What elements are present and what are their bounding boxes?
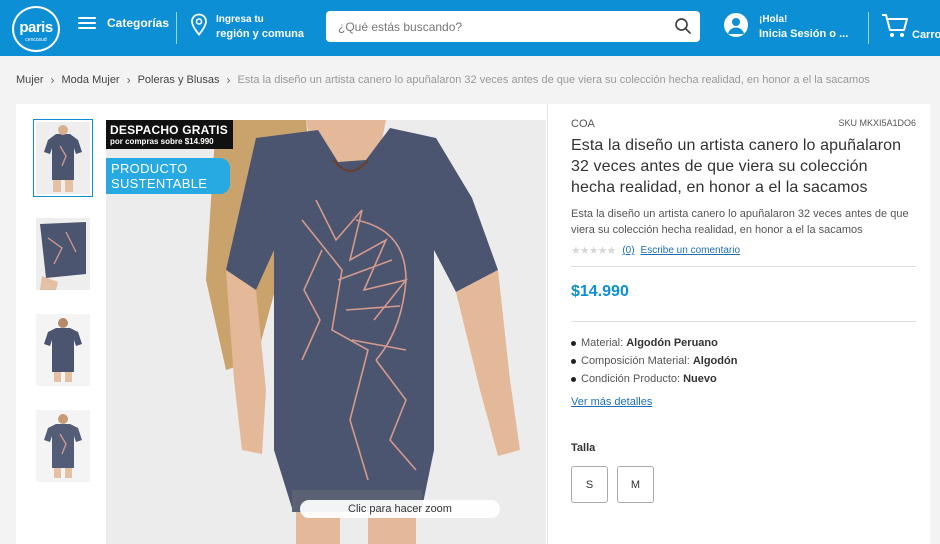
product-brand[interactable]: COA	[571, 118, 595, 130]
bullet-icon	[571, 376, 576, 382]
spec-item: Material: Algodón Peruano	[571, 334, 916, 352]
product-title: Esta la diseño un artista canero lo apuñ…	[571, 137, 902, 196]
chevron-right-icon: ›	[226, 73, 231, 87]
breadcrumb-item[interactable]: Mujer	[16, 74, 44, 86]
chevron-right-icon: ›	[126, 73, 131, 87]
product-card: DESPACHO GRATIS por compras sobre $14.99…	[16, 104, 930, 544]
divider	[571, 266, 916, 267]
login-link: Inicia Sesión o ...	[759, 28, 849, 40]
free-shipping-badge: DESPACHO GRATIS por compras sobre $14.99…	[106, 120, 233, 149]
divider	[547, 104, 548, 544]
breadcrumb-current: Esta la diseño un artista canero lo apuñ…	[237, 74, 870, 86]
free-shipping-title: DESPACHO GRATIS	[110, 123, 228, 137]
breadcrumb-item[interactable]: Poleras y Blusas	[138, 74, 220, 86]
chevron-right-icon: ›	[50, 73, 55, 87]
spec-item: Composición Material: Algodón	[571, 352, 916, 370]
spec-label: Composición Material:	[581, 355, 690, 367]
size-label: Talla	[571, 442, 596, 454]
search-icon[interactable]	[674, 17, 692, 35]
size-option-s[interactable]: S	[571, 466, 608, 503]
top-navigation-bar: paris cencosud Categorías Ingresa tu reg…	[0, 0, 940, 56]
thumbnail-list	[33, 119, 93, 503]
more-details-link[interactable]: Ver más detalles	[571, 396, 652, 408]
product-price: $14.990	[571, 283, 629, 300]
size-selector: S M	[571, 466, 916, 503]
size-option-m[interactable]: M	[617, 466, 654, 503]
spec-item: Condición Producto: Nuevo	[571, 370, 916, 388]
product-info: COA SKU MKXI5A1DO6 Esta la diseño un art…	[571, 118, 916, 503]
zoom-hint[interactable]: Clic para hacer zoom	[300, 500, 500, 518]
greeting: ¡Hola!	[759, 14, 788, 25]
thumbnail-front-flat[interactable]	[33, 407, 93, 485]
sustainable-line2: SUSTENTABLE	[111, 176, 208, 191]
region-line1: Ingresa tu	[216, 14, 264, 25]
spec-value: Nuevo	[683, 373, 717, 385]
cart-button[interactable]: Carro	[880, 12, 940, 45]
region-selector[interactable]: Ingresa tu región y comuna	[190, 13, 308, 41]
breadcrumb: Mujer › Moda Mujer › Poleras y Blusas › …	[16, 73, 870, 87]
categories-menu-button[interactable]: Categorías	[78, 16, 169, 30]
main-product-image[interactable]: DESPACHO GRATIS por compras sobre $14.99…	[106, 120, 546, 544]
paris-logo[interactable]: paris cencosud	[12, 6, 60, 52]
write-review-link[interactable]: Escribe un comentario	[641, 245, 741, 256]
spec-value: Algodón	[692, 355, 738, 367]
spec-label: Condición Producto:	[581, 373, 681, 385]
divider	[176, 12, 177, 44]
search-input[interactable]	[326, 11, 646, 42]
thumbnail-side-detail[interactable]	[33, 215, 93, 293]
hamburger-icon	[78, 17, 96, 29]
spec-list: Material: Algodón Peruano Composición Mat…	[571, 334, 916, 388]
account-login[interactable]: ¡Hola! Inicia Sesión o ...	[724, 13, 848, 41]
free-shipping-subtitle: por compras sobre $14.990	[110, 137, 214, 146]
bullet-icon	[571, 340, 576, 346]
divider	[571, 321, 916, 322]
cart-icon	[882, 14, 908, 37]
cart-label: Carro	[912, 29, 940, 41]
region-line2: región y comuna	[216, 28, 305, 40]
logo-brand: paris	[19, 19, 53, 36]
divider	[868, 12, 869, 44]
rating-row: ★★★★★ (0) Escribe un comentario	[571, 244, 916, 257]
thumbnail-front-view[interactable]	[33, 119, 93, 197]
product-description: Esta la diseño un artista canero lo apuñ…	[571, 208, 909, 236]
review-count-link[interactable]: (0)	[622, 245, 634, 256]
location-pin-icon	[191, 13, 207, 36]
user-icon	[724, 13, 748, 37]
logo-subtitle: cencosud	[25, 37, 47, 43]
product-sku: SKU MKXI5A1DO6	[838, 118, 916, 128]
spec-value: Algodón Peruano	[626, 337, 718, 349]
categories-label: Categorías	[107, 16, 170, 30]
search-box	[326, 11, 700, 42]
breadcrumb-item[interactable]: Moda Mujer	[62, 74, 120, 86]
sustainable-product-badge: PRODUCTO SUSTENTABLE	[106, 158, 230, 194]
spec-label: Material:	[581, 337, 624, 349]
rating-stars: ★★★★★	[571, 245, 616, 257]
thumbnail-back-view[interactable]	[33, 311, 93, 389]
sustainable-line1: PRODUCTO	[111, 161, 188, 176]
bullet-icon	[571, 358, 576, 364]
